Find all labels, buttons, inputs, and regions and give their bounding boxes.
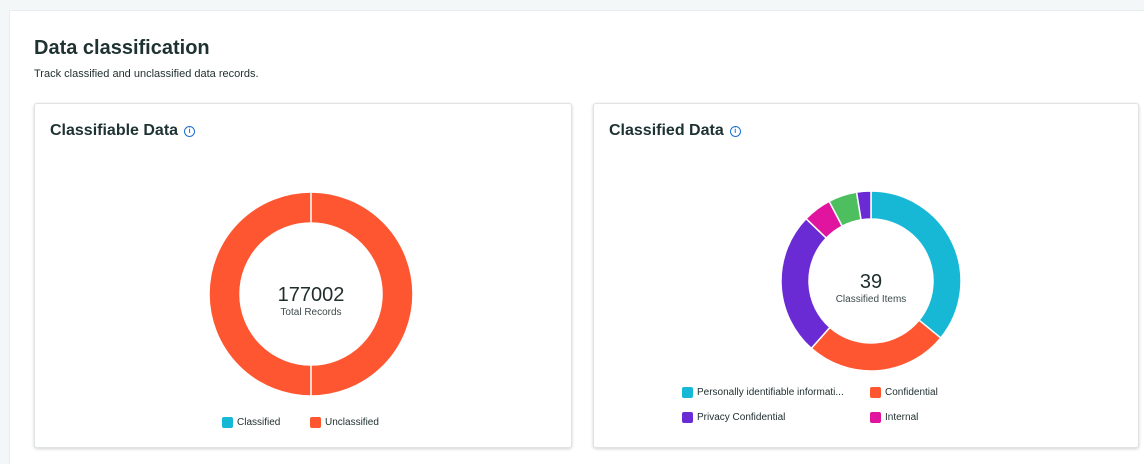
donut-slice-0[interactable] — [870, 190, 962, 339]
page-title: Data classification — [34, 37, 210, 59]
legend-label: Confidential — [885, 387, 938, 398]
legend-item-unclassified[interactable]: Unclassified — [310, 417, 379, 428]
center-label: Classified Items — [836, 294, 907, 305]
legend-swatch — [870, 387, 881, 398]
center-value: 39 — [860, 271, 882, 293]
classifiable-data-card: Classifiable Data i 177002 Total Records … — [34, 103, 572, 448]
legend-swatch — [222, 417, 233, 428]
legend-label: Privacy Confidential — [697, 412, 786, 423]
legend-item-pii[interactable]: Personally identifiable informati... — [682, 387, 844, 398]
legend-label: Classified — [237, 417, 281, 428]
classified-data-card: Classified Data i 39 Classified Items Per… — [593, 103, 1139, 448]
legend-swatch — [682, 387, 693, 398]
legend-item-internal[interactable]: Internal — [870, 412, 918, 423]
legend-label: Personally identifiable informati... — [697, 387, 844, 398]
legend-swatch — [870, 412, 881, 423]
donut-slice-1[interactable] — [810, 319, 942, 372]
page-subtitle: Track classified and unclassified data r… — [34, 68, 259, 80]
legend-label: Unclassified — [325, 417, 379, 428]
classified-donut-chart: 39Classified Items — [780, 190, 962, 372]
classifiable-donut-chart: 177002Total Records — [208, 191, 414, 397]
legend-item-classified[interactable]: Classified — [222, 417, 280, 428]
legend-swatch — [310, 417, 321, 428]
legend-item-privacy-confidential[interactable]: Privacy Confidential — [682, 412, 785, 423]
legend-item-confidential[interactable]: Confidential — [870, 387, 938, 398]
legend-label: Internal — [885, 412, 919, 423]
data-classification-panel: Data classification Track classified and… — [9, 10, 1144, 464]
legend-swatch — [682, 412, 693, 423]
center-label: Total Records — [280, 307, 341, 318]
center-value: 177002 — [278, 284, 345, 306]
donut-slice-2[interactable] — [780, 217, 831, 350]
